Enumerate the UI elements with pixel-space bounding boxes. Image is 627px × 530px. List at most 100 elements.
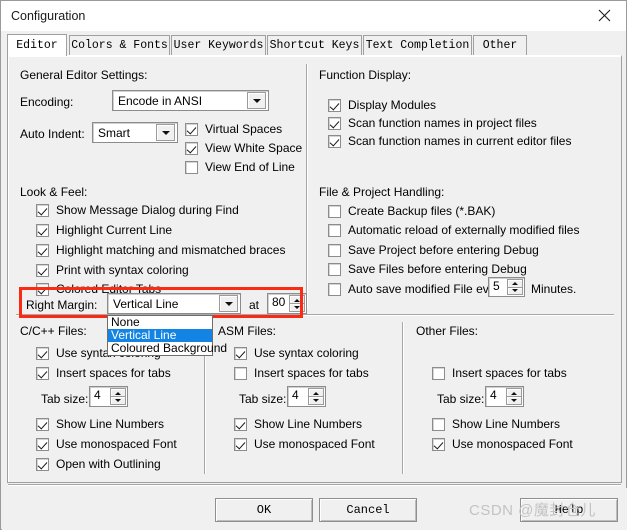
auto-save-minutes-stepper[interactable]: 5 (488, 277, 525, 297)
stepper-buttons[interactable] (308, 388, 324, 405)
checkbox-icon[interactable] (328, 134, 341, 148)
stepper-up-icon[interactable] (289, 295, 305, 303)
checkbox-icon[interactable] (36, 263, 49, 277)
tab-label: Shortcut Keys (269, 39, 360, 52)
tab-other[interactable]: Other (473, 35, 527, 55)
asm-tab-size-stepper[interactable]: 4 (287, 386, 326, 407)
checkbox-virtual-spaces[interactable]: Virtual Spaces (185, 122, 282, 136)
checkbox-print-with-syntax-coloring[interactable]: Print with syntax coloring (36, 263, 189, 277)
checkbox-icon[interactable] (328, 223, 341, 237)
stepper-down-icon[interactable] (507, 286, 523, 295)
checkbox-label: Virtual Spaces (205, 122, 283, 136)
stepper-down-icon[interactable] (506, 396, 522, 405)
stepper-value[interactable]: 4 (288, 387, 308, 406)
checkbox-icon[interactable] (432, 437, 445, 451)
checkbox-show-message-dialog-during-find[interactable]: Show Message Dialog during Find (36, 203, 239, 217)
auto-indent-combobox[interactable]: Smart (92, 122, 178, 143)
checkbox-icon[interactable] (328, 262, 341, 276)
checkbox-icon[interactable] (328, 98, 341, 112)
stepper-buttons[interactable] (289, 295, 305, 312)
close-icon[interactable] (582, 1, 626, 30)
stepper-value[interactable]: 4 (90, 387, 110, 406)
stepper-down-icon[interactable] (289, 303, 305, 312)
stepper-up-icon[interactable] (308, 388, 324, 396)
checkbox-icon[interactable] (234, 437, 247, 451)
stepper-buttons[interactable] (506, 388, 522, 405)
checkbox-icon[interactable] (234, 346, 247, 360)
checkbox-auto-save-modified-file[interactable]: Auto save modified File every (328, 282, 505, 296)
checkbox-icon[interactable] (328, 243, 341, 257)
checkbox-icon[interactable] (432, 417, 445, 431)
checkbox-cpp-show-line-numbers[interactable]: Show Line Numbers (36, 417, 164, 431)
checkbox-asm-insert-spaces-for-tabs[interactable]: Insert spaces for tabs (234, 366, 369, 380)
checkbox-asm-use-syntax-coloring[interactable]: Use syntax coloring (234, 346, 359, 360)
stepper-up-icon[interactable] (110, 388, 126, 396)
checkbox-icon[interactable] (36, 417, 49, 431)
ok-button[interactable]: OK (215, 498, 313, 522)
checkbox-scan-project-files[interactable]: Scan function names in project files (328, 116, 537, 130)
help-button[interactable]: Help (520, 498, 618, 522)
cancel-button[interactable]: Cancel (319, 498, 417, 522)
tab-shortcut-keys[interactable]: Shortcut Keys (267, 35, 362, 55)
checkbox-save-files-before-debug[interactable]: Save Files before entering Debug (328, 262, 527, 276)
checkbox-scan-current-editor-files[interactable]: Scan function names in current editor fi… (328, 134, 571, 148)
stepper-up-icon[interactable] (506, 388, 522, 396)
checkbox-asm-show-line-numbers[interactable]: Show Line Numbers (234, 417, 362, 431)
checkbox-icon[interactable] (36, 282, 49, 296)
checkbox-icon[interactable] (36, 346, 49, 360)
other-files-label: Other Files: (416, 324, 479, 338)
checkbox-display-modules[interactable]: Display Modules (328, 98, 436, 112)
checkbox-highlight-braces[interactable]: Highlight matching and mismatched braces (36, 243, 285, 257)
checkbox-icon[interactable] (185, 122, 198, 136)
right-margin-column-stepper[interactable]: 80 (267, 293, 307, 314)
stepper-buttons[interactable] (110, 388, 126, 405)
checkbox-save-project-before-debug[interactable]: Save Project before entering Debug (328, 243, 539, 257)
checkbox-create-backup-files[interactable]: Create Backup files (*.BAK) (328, 204, 495, 218)
checkbox-cpp-insert-spaces-for-tabs[interactable]: Insert spaces for tabs (36, 366, 171, 380)
checkbox-icon[interactable] (185, 160, 198, 174)
dropdown-option-coloured-background[interactable]: Coloured Background (108, 342, 227, 355)
checkbox-icon[interactable] (36, 457, 49, 471)
checkbox-icon[interactable] (328, 204, 341, 218)
stepper-down-icon[interactable] (308, 396, 324, 405)
tab-colors-and-fonts[interactable]: Colors & Fonts (69, 35, 170, 55)
tab-user-keywords[interactable]: User Keywords (171, 35, 266, 55)
checkbox-other-show-line-numbers[interactable]: Show Line Numbers (432, 417, 560, 431)
right-margin-dropdown-list[interactable]: None Vertical Line Coloured Background (107, 315, 227, 356)
checkbox-other-use-monospaced-font[interactable]: Use monospaced Font (432, 437, 573, 451)
cpp-tab-size-stepper[interactable]: 4 (89, 386, 128, 407)
checkbox-icon[interactable] (328, 282, 341, 296)
right-margin-combobox[interactable]: Vertical Line (107, 293, 241, 314)
stepper-value[interactable]: 4 (486, 387, 506, 406)
checkbox-view-white-space[interactable]: View White Space (185, 141, 302, 155)
checkbox-asm-use-monospaced-font[interactable]: Use monospaced Font (234, 437, 375, 451)
checkbox-icon[interactable] (36, 437, 49, 451)
chevron-down-icon[interactable] (247, 92, 266, 109)
tab-editor[interactable]: Editor (7, 34, 67, 56)
stepper-buttons[interactable] (507, 279, 523, 295)
stepper-down-icon[interactable] (110, 396, 126, 405)
checkbox-icon[interactable] (36, 223, 49, 237)
checkbox-icon[interactable] (234, 417, 247, 431)
checkbox-icon[interactable] (234, 366, 247, 380)
checkbox-cpp-use-monospaced-font[interactable]: Use monospaced Font (36, 437, 177, 451)
checkbox-icon[interactable] (432, 366, 445, 380)
checkbox-icon[interactable] (185, 141, 198, 155)
checkbox-icon[interactable] (36, 203, 49, 217)
chevron-down-icon[interactable] (219, 295, 238, 312)
checkbox-cpp-open-with-outlining[interactable]: Open with Outlining (36, 457, 161, 471)
checkbox-icon[interactable] (328, 116, 341, 130)
other-tab-size-stepper[interactable]: 4 (485, 386, 524, 407)
checkbox-automatic-reload[interactable]: Automatic reload of externally modified … (328, 223, 579, 237)
stepper-up-icon[interactable] (507, 279, 523, 287)
chevron-down-icon[interactable] (156, 124, 175, 141)
checkbox-other-insert-spaces-for-tabs[interactable]: Insert spaces for tabs (432, 366, 567, 380)
checkbox-icon[interactable] (36, 366, 49, 380)
tab-text-completion[interactable]: Text Completion (363, 35, 472, 55)
stepper-value[interactable]: 80 (268, 294, 289, 313)
encoding-combobox[interactable]: Encode in ANSI (112, 90, 269, 111)
checkbox-icon[interactable] (36, 243, 49, 257)
checkbox-view-end-of-line[interactable]: View End of Line (185, 160, 295, 174)
checkbox-highlight-current-line[interactable]: Highlight Current Line (36, 223, 172, 237)
stepper-value[interactable]: 5 (489, 278, 507, 296)
